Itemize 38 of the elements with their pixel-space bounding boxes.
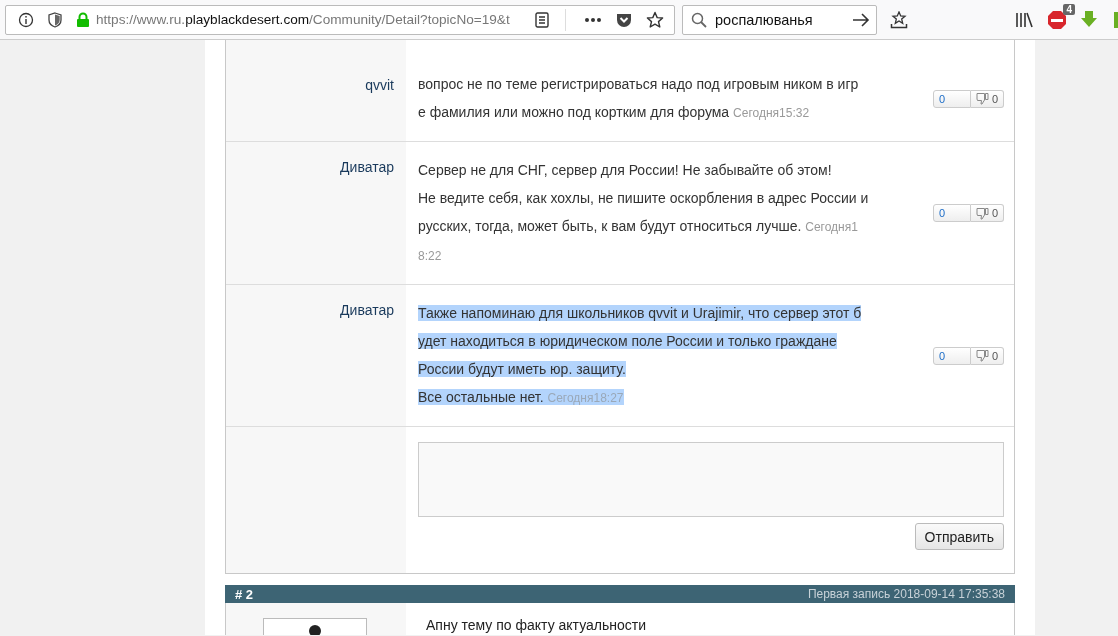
thumbs-down-icon: [975, 206, 989, 220]
dislike-button[interactable]: 0: [970, 204, 1004, 222]
search-field[interactable]: роспалюванья: [682, 4, 877, 35]
like-button[interactable]: 0: [932, 204, 971, 222]
more-icon[interactable]: [584, 16, 602, 23]
info-icon[interactable]: [18, 11, 34, 28]
reply-field[interactable]: [418, 442, 1004, 517]
post-number: # 2: [235, 586, 254, 602]
star-tray-icon[interactable]: [890, 10, 908, 29]
comment-text: вопрос не по теме регистрироваться надо под игровым ником в игр е фамилия или можно под кортким для форума Сегодня15:32: [418, 75, 860, 122]
author-name[interactable]: Диватар: [340, 159, 394, 175]
send-button[interactable]: Отправить: [914, 523, 1004, 550]
dislike-button[interactable]: 0: [970, 89, 1004, 108]
comment-text: Также напоминаю для школьников qvvit и Urajimir, что сервер этот б удет находиться в юридическом поле России и только граждане России будут иметь юр. защиту. Все остальные нет. Сегодня18:27: [418, 304, 863, 407]
like-button[interactable]: 0: [932, 89, 971, 108]
library-icon[interactable]: [1015, 11, 1033, 28]
search-icon: [691, 11, 707, 28]
arrow-icon[interactable]: [852, 12, 870, 27]
shield-icon[interactable]: [48, 11, 62, 28]
adblock-icon[interactable]: [1047, 9, 1067, 30]
dislike-button[interactable]: 0: [970, 346, 1004, 365]
address-bar[interactable]: https://www.ru.playblackdesert.com/Community/Detail?topicNo=19&t: [5, 4, 675, 35]
reader-view-icon[interactable]: [535, 11, 549, 28]
padlock-icon[interactable]: [76, 11, 90, 28]
addon-badge: 4: [1063, 3, 1075, 15]
search-value: роспалюванья: [715, 11, 814, 28]
post-text: Апну тему по факту актуальности: [425, 616, 647, 635]
post-date: Первая запись 2018-09-14 17:35:38: [807, 587, 1005, 601]
thumbs-down-icon: [975, 349, 989, 362]
author-name[interactable]: qvvit: [365, 77, 394, 93]
avatar-silhouette: [309, 625, 321, 635]
star-icon[interactable]: [646, 10, 664, 29]
thumbs-down-icon: [975, 92, 989, 105]
comment-text: Сервер не для СНГ, сервер для России! Не забывайте об этом! Не ведите себя, как хохлы, не пишите оскорбления в адрес России и русских, тогда, может быть, к вам будут относиться лучше. Сегодня1 8:22: [418, 161, 870, 265]
pocket-icon[interactable]: [616, 11, 632, 28]
url-text[interactable]: https://www.ru.playblackdesert.com/Community/Detail?topicNo=19&t: [96, 12, 510, 27]
author-name[interactable]: Диватар: [340, 302, 394, 318]
like-button[interactable]: 0: [932, 346, 971, 365]
